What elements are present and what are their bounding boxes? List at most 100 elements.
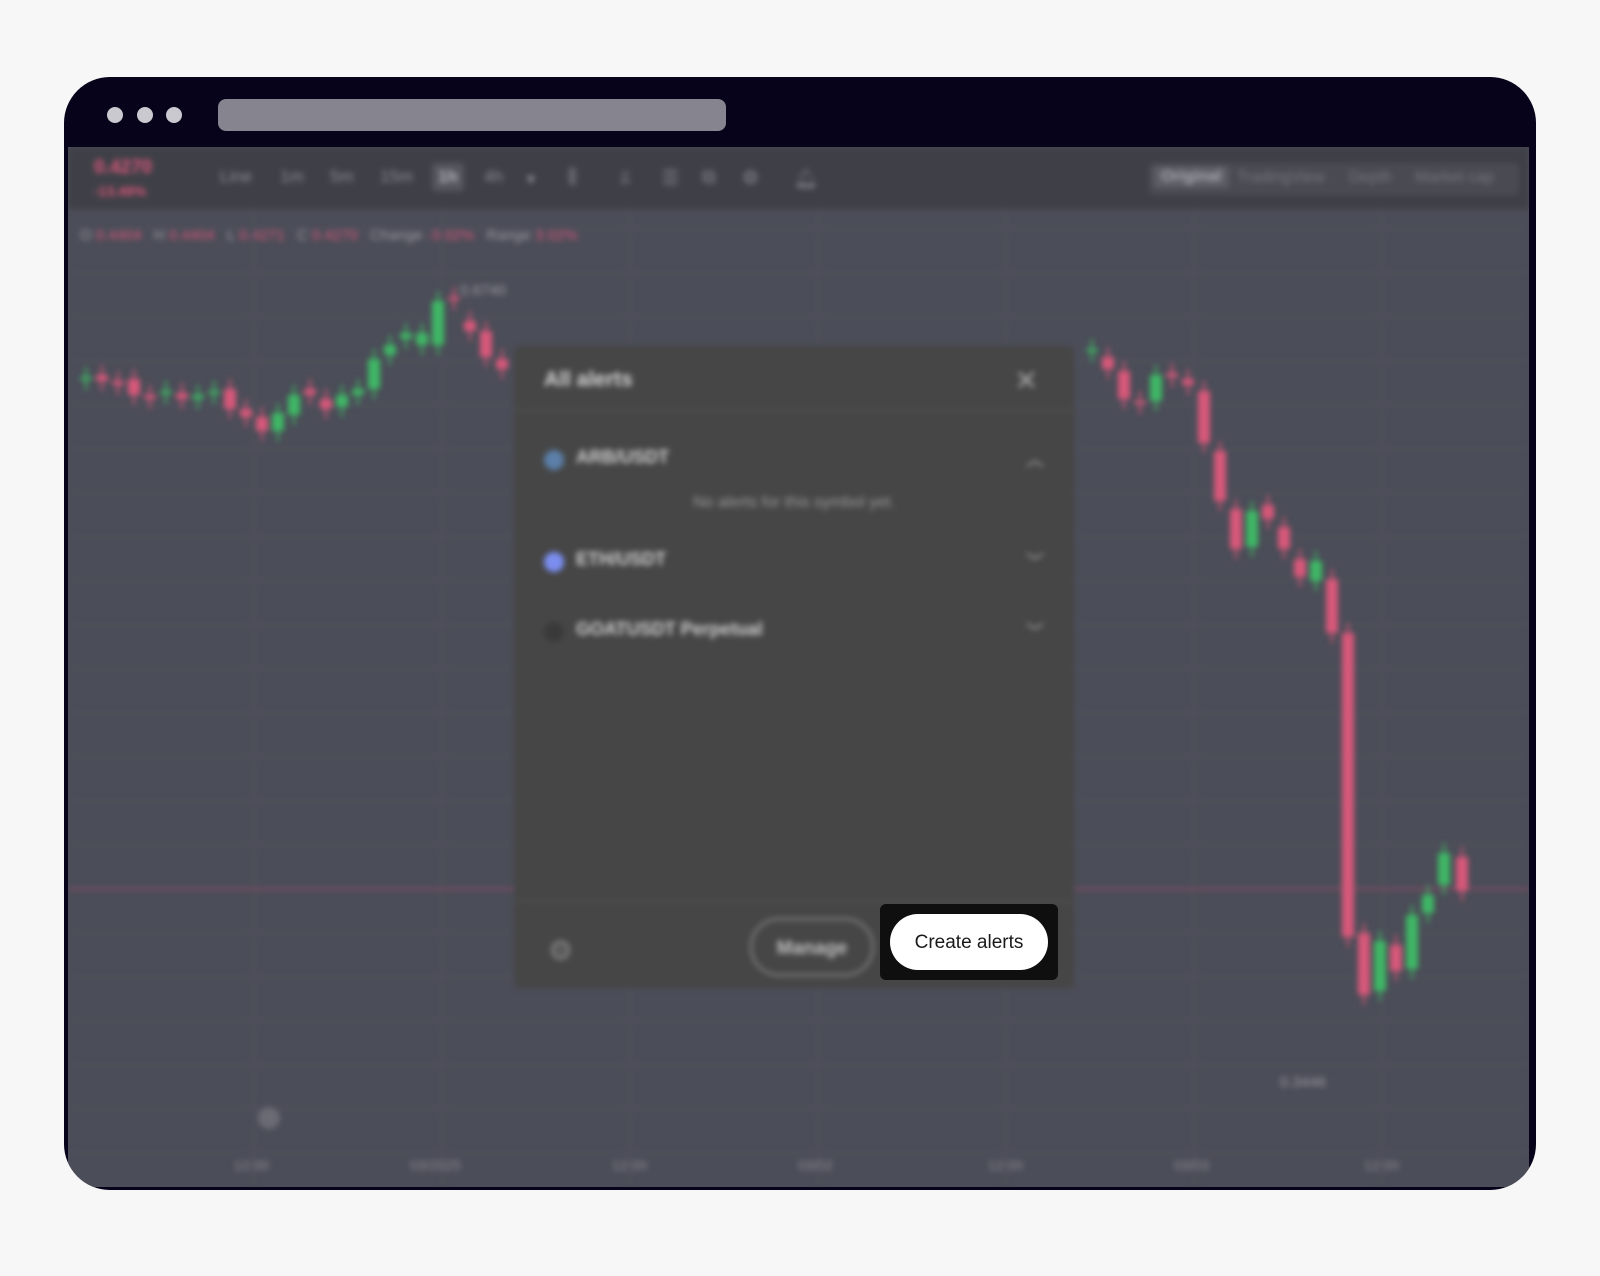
browser-window: 0.4270 -13.49% Line 1m 5m 15m 1h 4h ▼ ⫼ … [64, 77, 1536, 1190]
view-switcher: Original TradingView Depth Market cap [1149, 163, 1519, 195]
scroll-handle[interactable] [258, 1107, 280, 1129]
x-tick: 03/02 [798, 1157, 834, 1173]
candle-body [1246, 511, 1258, 547]
view-original[interactable]: Original [1153, 166, 1230, 188]
settings-icon[interactable]: ⚙ [742, 167, 759, 190]
candle-body [368, 359, 380, 389]
empty-alerts-note: No alerts for this symbol yet. [693, 494, 895, 511]
indicators-icon[interactable]: ⫫ [620, 167, 631, 189]
candle-body [1438, 853, 1450, 885]
candle-body [1134, 401, 1146, 404]
candle-body [432, 301, 444, 345]
address-bar[interactable] [218, 99, 726, 131]
manage-button[interactable]: Manage [750, 918, 874, 976]
candle-body [1214, 451, 1226, 501]
modal-title: All alerts [544, 368, 633, 391]
high-price-label: 0.6740 [460, 282, 506, 299]
x-tick: 12:00 [988, 1157, 1024, 1173]
candle-body [288, 395, 300, 415]
candle-body [480, 331, 492, 357]
goat-coin-icon [544, 622, 564, 642]
candle-body [1278, 527, 1290, 549]
list-icon[interactable]: ☰ [662, 167, 679, 190]
candle-body [1230, 509, 1242, 549]
x-tick: 12:00 [1364, 1157, 1400, 1173]
eth-coin-icon [544, 552, 564, 572]
view-tradingview[interactable]: TradingView [1237, 169, 1325, 187]
chevron-down-icon[interactable]: ﹀ [1026, 618, 1044, 644]
candle-body [1456, 857, 1468, 891]
candle-body [304, 389, 316, 395]
candle-body [416, 333, 428, 345]
interval-1h[interactable]: 1h [432, 163, 464, 191]
interval-15m[interactable]: 15m [380, 167, 413, 187]
candle-body [1198, 391, 1210, 443]
x-tick: 12:00 [234, 1157, 270, 1173]
last-price: 0.4270 [94, 157, 153, 178]
divider [514, 901, 1074, 902]
candle-body [352, 389, 364, 395]
candle-body [1102, 357, 1114, 369]
interval-5m[interactable]: 5m [330, 167, 354, 187]
candle-body [144, 395, 156, 399]
candle-body [1358, 933, 1370, 995]
candle-body [320, 399, 332, 409]
trading-page: 0.4270 -13.49% Line 1m 5m 15m 1h 4h ▼ ⫼ … [68, 147, 1529, 1187]
candle-body [448, 297, 460, 300]
candle-body [112, 381, 124, 385]
price-change-pct: -13.49% [94, 183, 147, 199]
all-alerts-modal: All alerts ✕ ARB/USDT ︿ No alerts for th… [514, 346, 1074, 988]
candle-body [128, 379, 140, 395]
symbol-row-goat[interactable]: GOATUSDT Perpetual ﹀ [544, 616, 1044, 646]
screenshot-icon[interactable]: ⧉ [702, 167, 716, 189]
blurred-background: 0.4270 -13.49% Line 1m 5m 15m 1h 4h ▼ ⫼ … [68, 147, 1529, 1187]
interval-dropdown-icon[interactable]: ▼ [524, 171, 538, 187]
candle-body [1166, 373, 1178, 377]
divider [514, 410, 1074, 411]
candle-body [400, 333, 412, 339]
x-tick: 03/03 [1174, 1157, 1210, 1173]
candle-body [272, 413, 284, 431]
candle-body [1406, 915, 1418, 969]
candle-body [1342, 633, 1354, 937]
chevron-down-icon[interactable]: ﹀ [1026, 548, 1044, 574]
candle-body [384, 345, 396, 355]
candle-body [256, 417, 268, 431]
candle-body [1294, 559, 1306, 577]
candle-body [224, 389, 236, 409]
symbol-name: ARB/USDT [576, 447, 669, 467]
candle-body [1086, 349, 1098, 352]
view-market-cap[interactable]: Market cap [1415, 169, 1494, 187]
candle-body [1310, 561, 1322, 581]
view-depth[interactable]: Depth [1349, 169, 1392, 187]
interval-line[interactable]: Line [220, 167, 252, 187]
window-minimize-dot[interactable] [137, 107, 153, 123]
candle-body [1182, 379, 1194, 385]
x-tick: 12:00 [612, 1157, 648, 1173]
candle-body [96, 375, 108, 381]
symbol-row-eth[interactable]: ETH/USDT ﹀ [544, 546, 1044, 576]
candle-body [1118, 371, 1130, 399]
interval-1m[interactable]: 1m [280, 167, 304, 187]
create-alerts-button[interactable]: Create alerts [890, 914, 1048, 970]
alert-bell-icon[interactable]: 🔔︎ [794, 167, 818, 191]
candle-body [1422, 895, 1434, 913]
low-price-label: 0.3446 [1280, 1074, 1326, 1091]
window-close-dot[interactable] [107, 107, 123, 123]
candle-body [464, 321, 476, 331]
candle-body [1390, 945, 1402, 971]
candle-body [1374, 941, 1386, 991]
close-icon[interactable]: ✕ [1015, 364, 1038, 397]
chart-toolbar: 0.4270 -13.49% Line 1m 5m 15m 1h 4h ▼ ⫼ … [68, 147, 1529, 209]
candle-body [160, 391, 172, 394]
symbol-row-arb[interactable]: ARB/USDT ︿ [544, 444, 1044, 474]
gear-icon[interactable]: ⚙ [548, 934, 573, 967]
x-tick: 03/2025 [410, 1157, 461, 1173]
candle-body [336, 395, 348, 407]
candle-type-icon[interactable]: ⫼ [568, 167, 577, 189]
window-maximize-dot[interactable] [166, 107, 182, 123]
interval-4h[interactable]: 4h [484, 167, 503, 187]
candle-body [240, 409, 252, 417]
chevron-up-icon[interactable]: ︿ [1026, 446, 1044, 472]
candle-body [192, 395, 204, 399]
